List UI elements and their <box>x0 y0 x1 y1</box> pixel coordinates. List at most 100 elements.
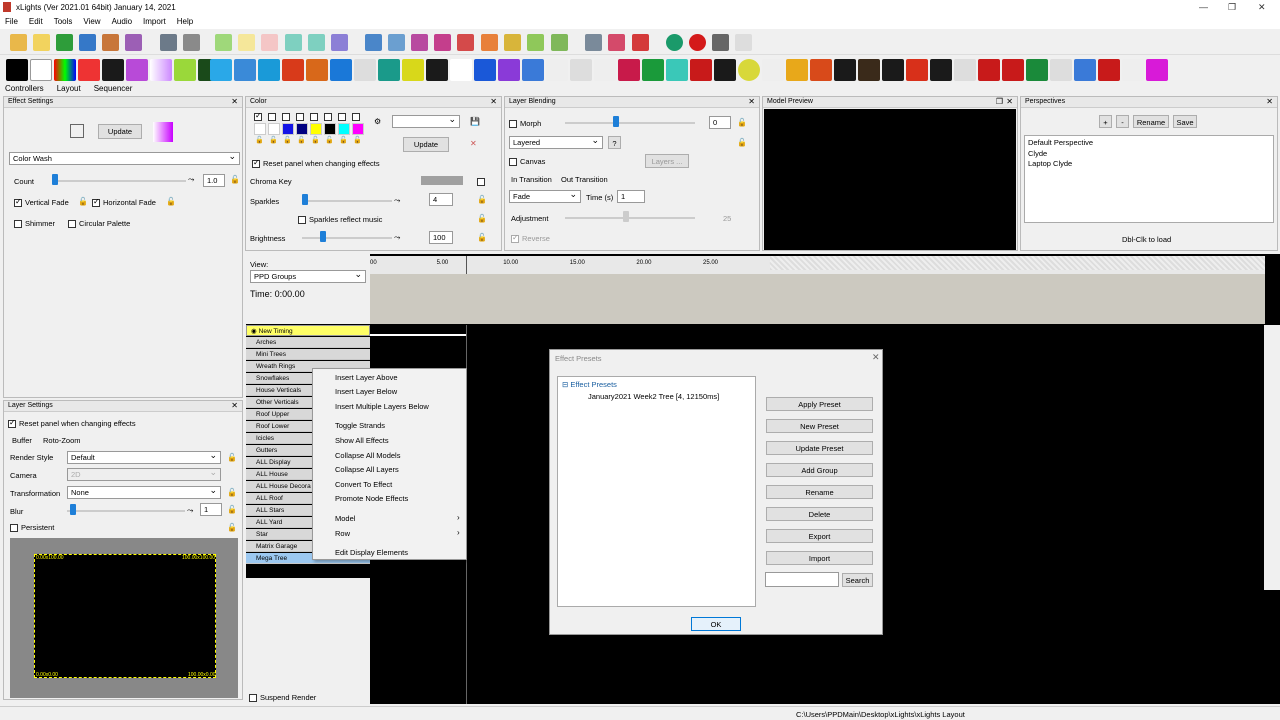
settings-gear-icon[interactable] <box>365 34 382 51</box>
effect-select[interactable]: Color Wash <box>9 151 240 165</box>
effect-ripple-icon[interactable] <box>690 59 712 81</box>
update-preset-button[interactable]: Update Preset <box>766 441 873 455</box>
effect-video-icon[interactable] <box>1074 59 1096 81</box>
menu-item-show-all-effects[interactable]: Show All Effects <box>335 436 389 445</box>
import-button[interactable]: Import <box>766 551 873 565</box>
menu-item-collapse-models[interactable]: Collapse All Models <box>335 451 400 460</box>
record-icon[interactable] <box>689 34 706 51</box>
time-input[interactable]: 1 <box>617 190 645 203</box>
palette-checkbox[interactable] <box>282 113 290 121</box>
effect-faces-icon[interactable] <box>210 59 232 81</box>
in-transition-tab[interactable]: In Transition <box>511 175 552 184</box>
sparkles-slider-knob[interactable] <box>302 194 308 205</box>
close-icon[interactable]: ✕ <box>231 97 238 106</box>
palette-checkbox[interactable] <box>310 113 318 121</box>
menu-help[interactable]: Help <box>172 15 199 26</box>
rewind-icon[interactable] <box>285 34 302 51</box>
save-as-icon[interactable] <box>102 34 119 51</box>
palette-cycle-icon[interactable]: ⚙ <box>374 117 381 126</box>
lock-icon[interactable]: 🔓 <box>477 233 487 242</box>
tools-icon[interactable] <box>504 34 521 51</box>
replay-icon[interactable] <box>331 34 348 51</box>
effect-candle-icon[interactable] <box>102 59 124 81</box>
effect-strobe-icon[interactable] <box>930 59 952 81</box>
adjustment-slider[interactable] <box>565 217 695 219</box>
blend-mode-select[interactable]: Layered <box>509 135 603 149</box>
tab-controllers[interactable]: Controllers <box>5 84 44 93</box>
brightness-input[interactable]: 100 <box>429 231 453 244</box>
lock-icon[interactable]: 🔓 <box>227 453 237 462</box>
close-icon[interactable]: ✕ <box>490 97 497 106</box>
count-slider[interactable] <box>54 180 186 182</box>
remove-perspective-button[interactable]: - <box>1116 115 1129 128</box>
list-item[interactable]: Laptop Clyde <box>1025 158 1273 169</box>
buffer-tab[interactable]: Buffer <box>12 436 32 445</box>
menu-edit[interactable]: Edit <box>24 15 49 26</box>
menu-import[interactable]: Import <box>138 15 172 26</box>
brightness-slider-knob[interactable] <box>320 231 326 242</box>
effect-single-strand-icon[interactable] <box>786 59 808 81</box>
lock-icon[interactable]: 🔓 <box>227 523 237 532</box>
effect-text-icon[interactable] <box>954 59 976 81</box>
palette-swatch[interactable] <box>338 123 350 135</box>
palette-swatch[interactable] <box>324 123 336 135</box>
close-icon[interactable]: ✕ <box>231 401 238 410</box>
lock-icon[interactable]: 🔓 <box>283 136 292 144</box>
tab-sequencer[interactable]: Sequencer <box>94 84 133 93</box>
lock-icon[interactable]: 🔓 <box>325 136 334 144</box>
brush-icon[interactable] <box>551 34 568 51</box>
effect-wave-icon[interactable] <box>1146 59 1168 81</box>
effect-liquid-icon[interactable] <box>498 59 520 81</box>
out-transition-tab[interactable]: Out Transition <box>561 175 608 184</box>
effect-fan-icon[interactable] <box>234 59 256 81</box>
count-input[interactable]: 1.0 <box>203 174 225 187</box>
close-icon[interactable]: ✕ <box>1006 97 1013 106</box>
effect-fill-icon[interactable] <box>258 59 280 81</box>
play-icon[interactable] <box>215 34 232 51</box>
effect-galaxy-icon[interactable] <box>330 59 352 81</box>
tree-root[interactable]: ⊟ Effect Presets <box>562 380 617 389</box>
help-button[interactable]: ? <box>608 136 621 149</box>
help-icon[interactable] <box>666 34 683 51</box>
reset-panel-checkbox[interactable]: Reset panel when changing effects <box>252 158 380 169</box>
effect-marquee-icon[interactable] <box>522 59 544 81</box>
lock-icon[interactable]: 🔓 <box>227 505 237 514</box>
menu-item-insert-layer-above[interactable]: Insert Layer Above <box>335 373 398 382</box>
menu-item-promote-node-effects[interactable]: Promote Node Effects <box>335 494 408 503</box>
menu-item-insert-multiple-layers[interactable]: Insert Multiple Layers Below <box>335 402 429 411</box>
effect-lightning-icon[interactable] <box>450 59 472 81</box>
lock-icon[interactable]: 🔓 <box>269 136 278 144</box>
search-button[interactable]: Search <box>842 573 873 587</box>
blur-input[interactable]: 1 <box>200 503 222 516</box>
table-row[interactable]: Arches <box>246 337 370 348</box>
tree-item[interactable]: January2021 Week2 Tree [4, 12150ms] <box>588 392 719 401</box>
effect-lines-icon[interactable] <box>474 59 496 81</box>
sparkles-music-checkbox[interactable]: Sparkles reflect music <box>298 215 382 225</box>
menu-item-insert-layer-below[interactable]: Insert Layer Below <box>335 387 397 396</box>
value-curve-icon[interactable]: ⤳ <box>394 233 400 243</box>
pause-icon[interactable] <box>238 34 255 51</box>
layers-button[interactable]: Layers ... <box>645 154 689 168</box>
lock-icon[interactable]: 🔓 <box>353 136 362 144</box>
palette-swatch[interactable] <box>282 123 294 135</box>
list-item[interactable]: Clyde <box>1025 149 1273 158</box>
export-button[interactable]: Export <box>766 529 873 543</box>
effect-plasma-icon[interactable] <box>666 59 688 81</box>
effect-shape-icon[interactable] <box>738 59 760 81</box>
tab-layout[interactable]: Layout <box>57 84 81 93</box>
persistent-checkbox[interactable]: Persistent <box>10 523 54 533</box>
horizontal-fade-checkbox[interactable]: Horizontal Fade <box>92 197 156 208</box>
lock-icon[interactable]: 🔓 <box>311 136 320 144</box>
palette-swatch[interactable] <box>352 123 364 135</box>
cube-icon[interactable] <box>70 124 84 138</box>
count-slider-knob[interactable] <box>52 174 58 185</box>
add-perspective-button[interactable]: + <box>1099 115 1112 128</box>
buffer-region[interactable] <box>34 554 216 678</box>
blur-slider[interactable] <box>67 510 185 512</box>
add-group-button[interactable]: Add Group <box>766 463 873 477</box>
morph-input[interactable]: 0 <box>709 116 731 129</box>
vertical-fade-checkbox[interactable]: Vertical Fade <box>14 197 69 208</box>
close-icon[interactable]: ✕ <box>748 97 755 106</box>
effect-spirals-icon[interactable] <box>858 59 880 81</box>
menu-item-model[interactable]: Model <box>335 514 355 523</box>
